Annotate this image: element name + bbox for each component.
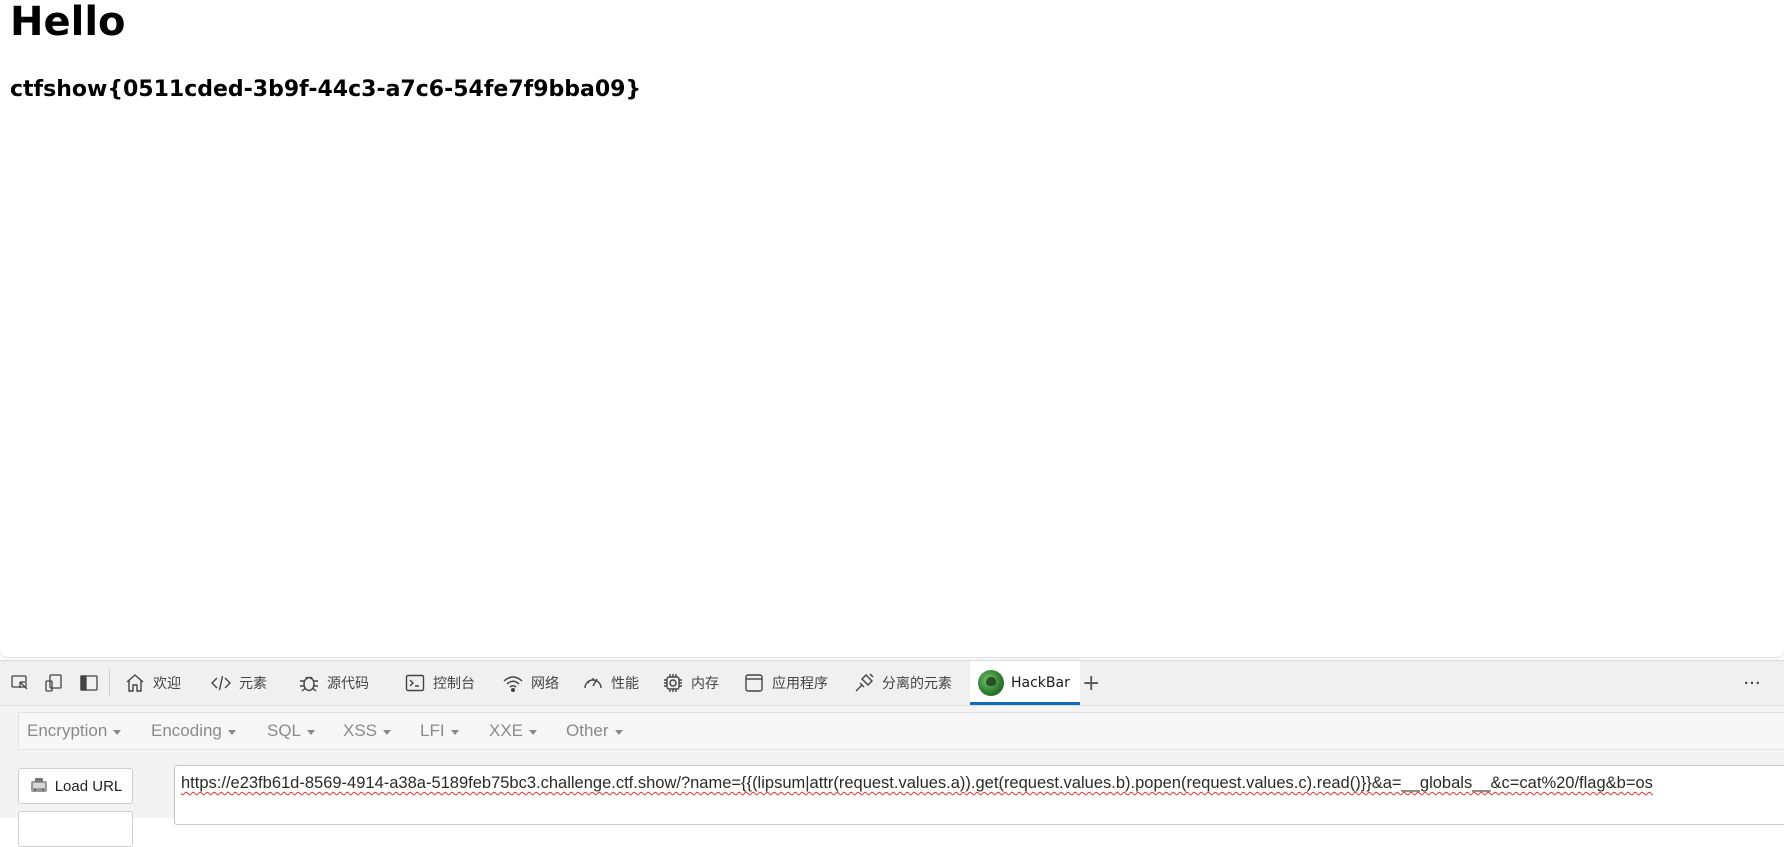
toolbar-divider — [109, 669, 110, 697]
tab-console[interactable]: 控制台 — [404, 661, 475, 705]
tab-label: 性能 — [611, 676, 639, 692]
load-url-label: Load URL — [54, 777, 123, 795]
tab-hackbar[interactable]: HackBar — [970, 661, 1080, 705]
tab-label: HackBar — [1011, 675, 1070, 691]
hackbar-logo-icon — [978, 670, 1004, 696]
tab-sources[interactable]: 源代码 — [298, 661, 369, 705]
more-options-icon[interactable]: ··· — [1738, 671, 1766, 695]
menu-label: Other — [566, 721, 609, 740]
chip-icon — [664, 674, 682, 692]
tab-label: 元素 — [239, 676, 267, 692]
menu-sql[interactable]: SQL — [267, 713, 316, 749]
tab-label: 分离的元素 — [882, 676, 952, 692]
caret-down-icon — [614, 729, 623, 735]
menu-xxe[interactable]: XXE — [489, 713, 538, 749]
menu-encryption[interactable]: Encryption — [27, 713, 122, 749]
page-heading: Hello — [10, 0, 126, 45]
tab-label: 内存 — [691, 676, 719, 692]
flag-text: ctfshow{0511cded-3b9f-44c3-a7c6-54fe7f9b… — [10, 77, 642, 102]
wifi-icon — [503, 676, 523, 693]
window-icon — [745, 674, 763, 692]
tab-label: 应用程序 — [772, 676, 828, 692]
devtools-panel: 欢迎 元素 源代码 控制台 网络 性能 内存 应用程序 分离的元素 HackBa… — [0, 660, 1784, 847]
tab-application[interactable]: 应用程序 — [743, 661, 828, 705]
url-input[interactable]: https://e23fb61d-8569-4914-a38a-5189feb7… — [174, 765, 1784, 825]
code-icon — [211, 675, 231, 691]
tab-detached-elements[interactable]: 分离的元素 — [853, 661, 952, 705]
hackbar-menu-bar: Encryption Encoding SQL XSS LFI XXE Othe… — [18, 712, 1784, 750]
add-tab-button[interactable]: + — [1082, 661, 1100, 705]
caret-down-icon — [383, 729, 392, 735]
gauge-icon — [584, 678, 602, 689]
load-url-icon — [30, 778, 47, 792]
menu-lfi[interactable]: LFI — [420, 713, 459, 749]
tab-label: 网络 — [531, 676, 559, 692]
menu-label: XXE — [489, 721, 524, 740]
detached-icon — [855, 673, 874, 692]
tab-label: 源代码 — [327, 676, 369, 692]
tab-performance[interactable]: 性能 — [582, 661, 639, 705]
console-icon — [405, 674, 425, 692]
tab-memory[interactable]: 内存 — [662, 661, 719, 705]
tab-label: 欢迎 — [153, 676, 181, 692]
menu-other[interactable]: Other — [566, 713, 623, 749]
url-value: https://e23fb61d-8569-4914-a38a-5189feb7… — [181, 774, 1653, 792]
menu-label: Encoding — [151, 721, 222, 740]
caret-down-icon — [227, 729, 236, 735]
tab-welcome[interactable]: 欢迎 — [124, 661, 181, 705]
menu-xss[interactable]: XSS — [343, 713, 392, 749]
split-url-button[interactable] — [18, 811, 133, 847]
menu-label: LFI — [420, 721, 445, 740]
caret-down-icon — [113, 729, 122, 735]
page-content: Hello ctfshow{0511cded-3b9f-44c3-a7c6-54… — [0, 0, 1784, 657]
tab-network[interactable]: 网络 — [502, 661, 559, 705]
load-url-button[interactable]: Load URL — [18, 768, 133, 804]
caret-down-icon — [450, 729, 459, 735]
menu-label: XSS — [343, 721, 378, 740]
tab-label: 控制台 — [433, 676, 475, 692]
home-icon — [126, 674, 144, 692]
menu-label: Encryption — [27, 721, 108, 740]
inspect-element-icon[interactable] — [8, 672, 32, 694]
plus-icon: + — [1082, 670, 1101, 696]
tab-elements[interactable]: 元素 — [210, 661, 267, 705]
bug-icon — [300, 676, 318, 692]
device-emulation-icon[interactable] — [42, 672, 66, 694]
caret-down-icon — [307, 729, 316, 735]
dock-side-icon[interactable] — [77, 672, 101, 694]
menu-encoding[interactable]: Encoding — [151, 713, 236, 749]
menu-label: SQL — [267, 721, 302, 740]
devtools-tab-bar: 欢迎 元素 源代码 控制台 网络 性能 内存 应用程序 分离的元素 HackBa… — [0, 661, 1784, 706]
caret-down-icon — [529, 729, 538, 735]
